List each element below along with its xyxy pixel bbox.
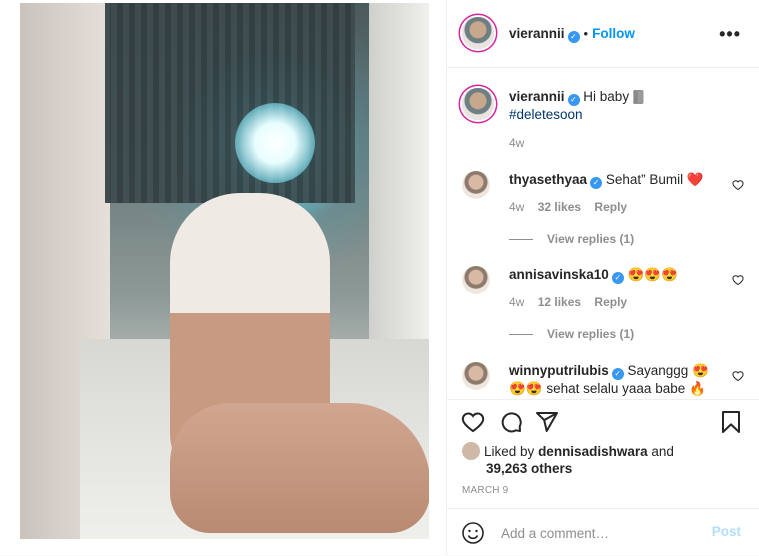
instagram-post-view: vierannii ✓ • Follow ••• vierannii ✓ Hi baby… [0,0,759,555]
commenter-avatar[interactable] [462,171,490,199]
reply-button[interactable]: Reply [594,295,627,309]
comment-likes[interactable]: 12 likes [538,295,581,309]
caption-username[interactable]: vierannii [509,89,565,104]
likes-count[interactable]: 39,263 others [486,461,572,476]
comment-time: 4w [509,295,525,309]
author-avatar[interactable] [462,17,494,49]
comment-like-heart-icon[interactable] [732,274,744,286]
share-icon[interactable] [535,410,559,434]
action-bar [447,399,759,446]
caption-avatar[interactable] [462,88,494,120]
comment-meta: 4w 32 likes Reply [509,200,637,214]
follow-button[interactable]: Follow [592,26,635,41]
comment-icon[interactable] [499,410,523,434]
caption-time: 4w [509,136,525,150]
emoji-icon[interactable] [461,521,485,545]
caption-hashtag[interactable]: #deletesoon [509,107,583,122]
commenter-avatar[interactable] [462,266,490,294]
view-replies-label: View replies (1) [547,232,635,246]
add-comment-bar: Post [447,508,759,556]
heart-icon[interactable] [461,410,485,434]
comment-likes[interactable]: 32 likes [538,200,581,214]
liker-avatar[interactable] [462,442,480,460]
post-header: vierannii ✓ • Follow ••• [447,0,759,68]
comment-like-heart-icon[interactable] [732,179,744,191]
author-username[interactable]: vierannii [509,26,565,41]
liked-by-prefix: Liked by [484,444,535,459]
view-replies-button[interactable]: View replies (1) [509,327,634,341]
comment-text-block: annisavinska10 ✓ 😍😍😍 [509,266,729,284]
add-comment-input[interactable] [499,521,703,545]
comment-text: Sehat” Bumil ❤️ [605,172,704,187]
more-options-icon[interactable]: ••• [719,24,741,45]
comment-text: 😍😍😍 [627,267,679,282]
comment-text: Sayanggg 😍 [627,363,709,378]
author-line: vierannii ✓ • Follow [509,25,635,43]
comment-text-block: thyasethyaa ✓ Sehat” Bumil ❤️ [509,171,729,189]
verified-badge-icon: ✓ [567,31,580,43]
post-date[interactable]: MARCH 9 [462,485,508,496]
verified-badge-icon: ✓ [611,368,624,380]
comments-list[interactable]: vierannii ✓ Hi baby 🀫 #deletesoon 4w thya… [447,68,759,399]
comment-text-block: winnyputrilubis ✓ Sayanggg 😍 😍😍 sehat sel… [509,362,729,398]
commenter-avatar[interactable] [462,362,490,390]
view-replies-button[interactable]: View replies (1) [509,232,634,246]
post-side-panel: vierannii ✓ • Follow ••• vierannii ✓ Hi baby… [447,0,759,555]
verified-badge-icon: ✓ [611,272,624,284]
verified-badge-icon: ✓ [567,94,580,106]
caption-meta: 4w [509,136,534,150]
caption-text: Hi baby 🀫 [583,89,644,104]
bookmark-icon[interactable] [719,410,743,434]
view-replies-line [509,239,533,241]
post-media-container [0,0,447,555]
separator-dot: • [583,26,589,41]
commenter-username[interactable]: winnyputrilubis [509,363,609,378]
commenter-username[interactable]: thyasethyaa [509,172,587,187]
verified-badge-icon: ✓ [590,177,603,189]
comment-text-continued: 😍😍 sehat selalu yaaa babe 🔥 [509,381,706,396]
liked-by-and: and [651,444,674,459]
photo-camera-flash [235,103,315,183]
commenter-username[interactable]: annisavinska10 [509,267,609,282]
view-replies-line [509,334,533,336]
liked-by-user[interactable]: dennisadishwara [538,444,648,459]
caption-text-block: vierannii ✓ Hi baby 🀫 #deletesoon [509,88,729,124]
reply-button[interactable]: Reply [594,200,627,214]
photo-subject-legs [170,403,429,533]
comment-meta: 4w 12 likes Reply [509,295,637,309]
post-photo[interactable] [20,3,429,539]
comment-like-heart-icon[interactable] [732,370,744,382]
photo-bg-curtain [105,3,355,203]
likes-summary: Liked by dennisadishwara and 39,263 othe… [462,442,742,477]
post-comment-button[interactable]: Post [712,524,741,539]
view-replies-label: View replies (1) [547,327,635,341]
comment-time: 4w [509,200,525,214]
